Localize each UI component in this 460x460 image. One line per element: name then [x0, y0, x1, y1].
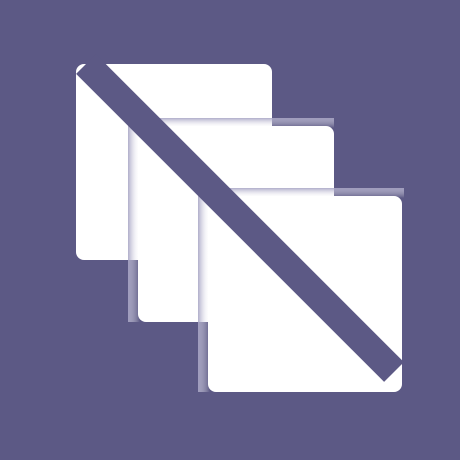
no-stack-icon	[0, 0, 460, 460]
app-icon-container	[0, 0, 460, 460]
